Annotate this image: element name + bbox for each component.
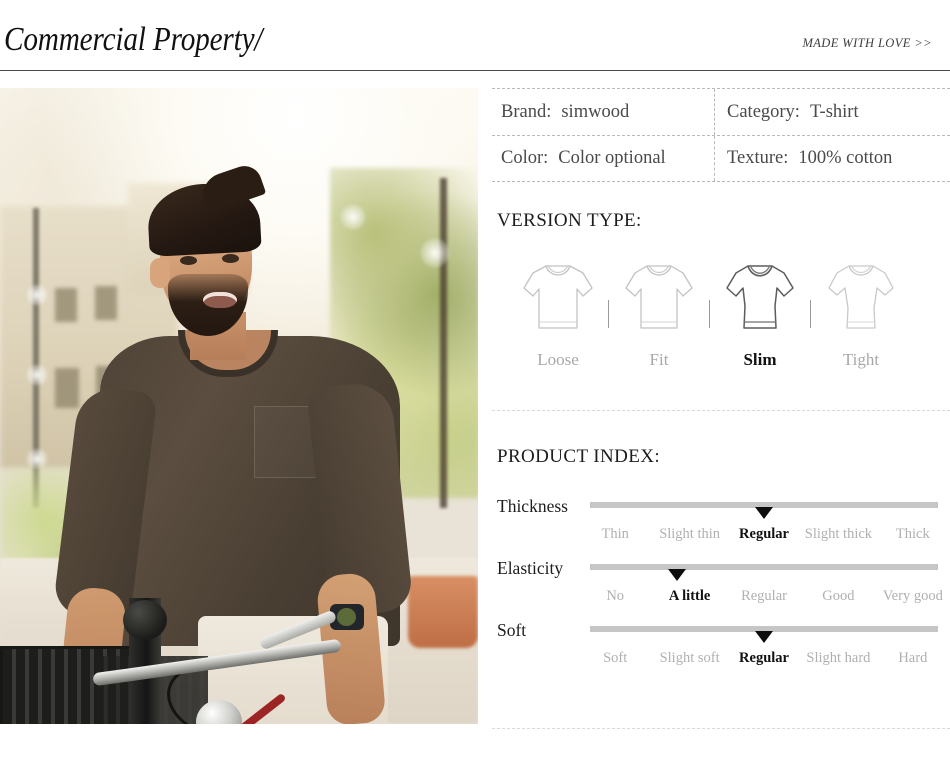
product-index-section: PRODUCT INDEX: Thickness Thin Slight thi… [492, 446, 950, 682]
version-option-loose[interactable]: Loose [508, 258, 608, 370]
product-index-sliders: Thickness Thin Slight thin Regular Sligh… [492, 496, 950, 682]
spec-value-category: T-shirt [809, 101, 859, 122]
photo-model-eye [180, 256, 197, 265]
photo-model-ear [150, 258, 170, 288]
table-row: Color: Color optional Texture: 100% cott… [492, 135, 950, 181]
slider-ticks-soft: Soft Slight soft Regular Slight hard Har… [578, 650, 950, 667]
spec-value-color: Color optional [558, 148, 666, 168]
section-divider [492, 410, 950, 411]
slider-marker-thickness[interactable] [755, 507, 773, 519]
slider-tick-label-active[interactable]: A little [652, 588, 726, 605]
spec-cell-brand: Brand: simwood [492, 89, 714, 135]
slider-tick-label[interactable]: Slight thick [801, 526, 875, 543]
version-option-slim[interactable]: Slim [710, 258, 810, 370]
photo-tree-trunk [440, 178, 447, 508]
slider-tick-label[interactable]: Slight hard [801, 650, 875, 667]
made-with-love-link[interactable]: MADE WITH LOVE >> [802, 36, 932, 50]
spec-key-category: Category: [727, 101, 800, 122]
product-photo [0, 88, 478, 724]
spec-cell-texture: Texture: 100% cotton [714, 136, 950, 181]
tshirt-icon [625, 264, 693, 329]
version-option-label: Fit [649, 350, 669, 369]
slider-tick-label[interactable]: No [578, 588, 652, 605]
page-title: Commercial Property/ [4, 21, 263, 58]
spec-cell-category: Category: T-shirt [714, 89, 950, 135]
slider-tick-label-active[interactable]: Regular [727, 650, 801, 667]
slider-tick-label[interactable]: Slight thin [652, 526, 726, 543]
photo-window [55, 368, 79, 408]
slider-tick-label[interactable]: Regular [727, 588, 801, 605]
slider-track-soft[interactable] [590, 626, 938, 643]
spec-key-brand: Brand: [501, 101, 552, 122]
photo-flower-pot [408, 576, 478, 648]
spec-key-texture: Texture: [727, 148, 789, 168]
slider-track-bar [590, 564, 938, 570]
slider-label-soft: Soft [497, 620, 527, 640]
version-type-heading: VERSION TYPE: [497, 210, 642, 231]
product-photo-scene [0, 88, 478, 724]
slider-track-thickness[interactable] [590, 502, 938, 519]
photo-window [95, 286, 117, 320]
slider-elasticity[interactable]: Elasticity No A little Regular Good Very… [492, 558, 950, 620]
photo-street-bollard-cap [123, 600, 167, 640]
slider-label-thickness: Thickness [497, 496, 568, 516]
spec-value-texture: 100% cotton [798, 148, 893, 168]
product-info-column: Brand: simwood Category: T-shirt Color: … [492, 88, 950, 729]
page-header: Commercial Property/ MADE WITH LOVE >> [0, 0, 950, 71]
photo-window [55, 288, 77, 322]
photo-bokeh [26, 448, 48, 470]
photo-bokeh [26, 364, 48, 386]
tshirt-icon [828, 264, 894, 329]
spec-cell-color: Color: Color optional [492, 136, 714, 181]
version-option-fit[interactable]: Fit [609, 258, 709, 370]
slider-marker-elasticity[interactable] [668, 569, 686, 581]
slider-tick-label[interactable]: Very good [876, 588, 950, 605]
section-divider-bottom [492, 728, 950, 729]
version-option-label: Slim [743, 350, 777, 369]
slider-track-elasticity[interactable] [590, 564, 938, 581]
slider-soft[interactable]: Soft Soft Slight soft Regular Slight har… [492, 620, 950, 682]
slider-tick-label-active[interactable]: Regular [727, 526, 801, 543]
slider-label-elasticity: Elasticity [497, 558, 564, 578]
spec-key-color: Color: [501, 148, 549, 168]
version-type-options: Loose Fit Slim Tight [492, 258, 950, 370]
slider-ticks-elasticity: No A little Regular Good Very good [578, 588, 950, 605]
tshirt-icon [726, 264, 794, 329]
slider-ticks-thickness: Thin Slight thin Regular Slight thick Th… [578, 526, 950, 543]
photo-model-mouth [203, 292, 237, 308]
slider-tick-label[interactable]: Thin [578, 526, 652, 543]
version-option-label: Tight [842, 350, 880, 369]
slider-tick-label[interactable]: Slight soft [652, 650, 726, 667]
slider-tick-label[interactable]: Hard [876, 650, 950, 667]
slider-marker-soft[interactable] [755, 631, 773, 643]
product-index-heading: PRODUCT INDEX: [497, 446, 661, 467]
photo-model-eye [222, 254, 239, 263]
version-type-section: VERSION TYPE: Loose Fit Slim Tight [492, 210, 950, 370]
slider-tick-label[interactable]: Soft [578, 650, 652, 667]
version-option-tight[interactable]: Tight [811, 258, 911, 370]
slider-tick-label[interactable]: Thick [876, 526, 950, 543]
version-option-label: Loose [537, 350, 579, 369]
slider-tick-label[interactable]: Good [801, 588, 875, 605]
photo-bokeh [340, 204, 366, 230]
table-row: Brand: simwood Category: T-shirt [492, 89, 950, 135]
product-detail-page: Commercial Property/ MADE WITH LOVE >> B… [0, 0, 950, 778]
tshirt-icon [523, 264, 593, 329]
photo-bokeh [420, 238, 450, 268]
slider-thickness[interactable]: Thickness Thin Slight thin Regular Sligh… [492, 496, 950, 558]
product-spec-table: Brand: simwood Category: T-shirt Color: … [492, 88, 950, 182]
photo-bokeh [26, 284, 48, 306]
spec-value-brand: simwood [561, 101, 630, 122]
